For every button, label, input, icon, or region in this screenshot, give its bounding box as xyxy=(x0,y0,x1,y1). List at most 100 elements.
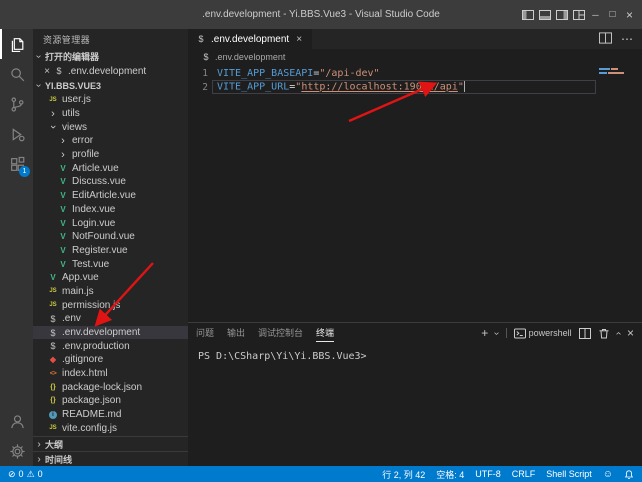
tree-item[interactable]: Index.vue xyxy=(33,203,188,217)
shell-name: powershell xyxy=(529,328,572,338)
explorer-title: 资源管理器 xyxy=(33,29,188,49)
tree-item[interactable]: Discuss.vue xyxy=(33,175,188,189)
title-bar: .env.development - Yi.BBS.Vue3 - Visual … xyxy=(0,0,642,29)
js-icon xyxy=(47,285,59,297)
toggle-panel-icon[interactable] xyxy=(536,0,553,29)
folder-expanded-icon xyxy=(47,121,59,133)
outline-section[interactable]: 大纲 xyxy=(33,436,188,451)
files-icon xyxy=(9,36,26,53)
file-tree: user.js utils views error profile Articl… xyxy=(33,93,188,435)
line-number: 2 xyxy=(188,82,208,93)
code-line-2[interactable]: 2 VITE_APP_URL="http://localhost:19001/a… xyxy=(188,80,642,94)
language-mode-status[interactable]: Shell Script xyxy=(546,469,592,479)
notifications-bell-icon[interactable] xyxy=(624,469,634,480)
terminal-shell-select[interactable]: powershell xyxy=(514,328,572,339)
problems-status[interactable]: 0 0 xyxy=(8,469,43,480)
terminal[interactable]: PS D:\CSharp\Yi\Yi.BBS.Vue3> xyxy=(188,343,642,466)
panel-tab[interactable]: 终端 xyxy=(316,324,334,342)
toggle-sidebar-icon[interactable] xyxy=(519,0,536,29)
terminal-dropdown-icon[interactable] xyxy=(495,328,498,339)
settings-gear-icon xyxy=(9,443,26,460)
minimize-button[interactable] xyxy=(587,0,604,29)
customize-layout-icon[interactable] xyxy=(570,0,587,29)
open-editor-item[interactable]: .env.development xyxy=(33,64,188,78)
file-name: index.html xyxy=(62,368,108,379)
source-control-icon xyxy=(9,96,26,113)
vue-icon xyxy=(57,203,69,215)
tree-item[interactable]: main.js xyxy=(33,285,188,299)
tree-item[interactable]: error xyxy=(33,134,188,148)
tree-item[interactable]: Register.vue xyxy=(33,244,188,258)
close-editor-icon[interactable] xyxy=(41,66,53,77)
project-root-header[interactable]: YI.BBS.VUE3 xyxy=(33,78,188,93)
panel-tabs: 问题输出调试控制台终端 xyxy=(196,324,334,342)
timeline-section[interactable]: 时间线 xyxy=(33,451,188,466)
file-name: Register.vue xyxy=(72,245,128,256)
vscode-window: .env.development - Yi.BBS.Vue3 - Visual … xyxy=(0,0,642,482)
tree-item[interactable]: vite.config.js xyxy=(33,422,188,436)
tree-item[interactable]: README.md xyxy=(33,408,188,422)
tree-item[interactable]: permission.js xyxy=(33,298,188,312)
url-link[interactable]: http://localhost:19001/api xyxy=(301,82,458,93)
new-terminal-icon[interactable] xyxy=(481,326,488,340)
breadcrumb[interactable]: .env.development xyxy=(188,49,642,64)
tree-item[interactable]: package-lock.json xyxy=(33,380,188,394)
panel-tab[interactable]: 输出 xyxy=(227,324,245,342)
maximize-panel-icon[interactable] xyxy=(617,328,620,339)
file-name: error xyxy=(72,135,93,146)
tab-env-development[interactable]: .env.development xyxy=(188,29,312,49)
encoding-status[interactable]: UTF-8 xyxy=(475,469,501,479)
tree-item[interactable]: views xyxy=(33,120,188,134)
activity-accounts[interactable] xyxy=(0,406,33,436)
tree-item[interactable]: .env xyxy=(33,312,188,326)
eol-status[interactable]: CRLF xyxy=(512,469,536,479)
tree-item[interactable]: .gitignore xyxy=(33,353,188,367)
tree-item[interactable]: Article.vue xyxy=(33,161,188,175)
tree-item[interactable]: package.json xyxy=(33,394,188,408)
cursor-position-status[interactable]: 行 2, 列 42 xyxy=(382,468,425,481)
split-editor-icon[interactable] xyxy=(599,32,612,47)
code-editor[interactable]: 1 VITE_APP_BASEAPI="/api-dev" 2 VITE_APP… xyxy=(188,64,642,322)
tree-item[interactable]: user.js xyxy=(33,93,188,107)
activity-source-control[interactable] xyxy=(0,89,33,119)
tree-item[interactable]: index.html xyxy=(33,367,188,381)
code-line-1[interactable]: 1 VITE_APP_BASEAPI="/api-dev" xyxy=(188,66,642,80)
panel-tab[interactable]: 调试控制台 xyxy=(258,324,303,342)
tree-item[interactable]: Test.vue xyxy=(33,257,188,271)
minimap[interactable] xyxy=(599,68,639,76)
indentation-status[interactable]: 空格: 4 xyxy=(436,468,464,481)
activity-settings[interactable] xyxy=(0,436,33,466)
open-editors-header[interactable]: 打开的编辑器 xyxy=(33,49,188,64)
kill-terminal-icon[interactable] xyxy=(598,328,610,339)
tree-item[interactable]: NotFound.vue xyxy=(33,230,188,244)
line-number: 1 xyxy=(188,68,208,79)
close-tab-icon[interactable] xyxy=(293,34,305,45)
more-actions-icon[interactable] xyxy=(621,32,633,46)
close-window-button[interactable] xyxy=(621,0,638,29)
file-name: EditArticle.vue xyxy=(72,190,136,201)
tree-item[interactable]: utils xyxy=(33,107,188,121)
tree-item[interactable]: EditArticle.vue xyxy=(33,189,188,203)
tree-item[interactable]: .env.development xyxy=(33,326,188,340)
tree-item[interactable]: .env.production xyxy=(33,339,188,353)
tree-item[interactable]: profile xyxy=(33,148,188,162)
panel-tab[interactable]: 问题 xyxy=(196,324,214,342)
breadcrumb-item[interactable]: .env.development xyxy=(215,52,285,62)
vue-icon xyxy=(57,190,69,202)
activity-explorer[interactable] xyxy=(0,29,33,59)
tree-item[interactable]: Login.vue xyxy=(33,216,188,230)
vue-icon xyxy=(57,176,69,188)
tree-item[interactable]: App.vue xyxy=(33,271,188,285)
sidebar-bottom-sections: 大纲 时间线 xyxy=(33,436,188,466)
toggle-secondary-sidebar-icon[interactable] xyxy=(553,0,570,29)
maximize-button[interactable] xyxy=(604,0,621,29)
file-name: .env.development xyxy=(62,327,140,338)
feedback-icon[interactable] xyxy=(603,469,613,480)
panel-tab-label: 问题 xyxy=(196,324,214,341)
activity-extensions[interactable]: 1 xyxy=(0,149,33,179)
activity-search[interactable] xyxy=(0,59,33,89)
close-panel-icon[interactable] xyxy=(627,326,634,340)
split-terminal-icon[interactable] xyxy=(579,328,591,339)
chevron-right-icon xyxy=(33,439,45,450)
activity-run-debug[interactable] xyxy=(0,119,33,149)
